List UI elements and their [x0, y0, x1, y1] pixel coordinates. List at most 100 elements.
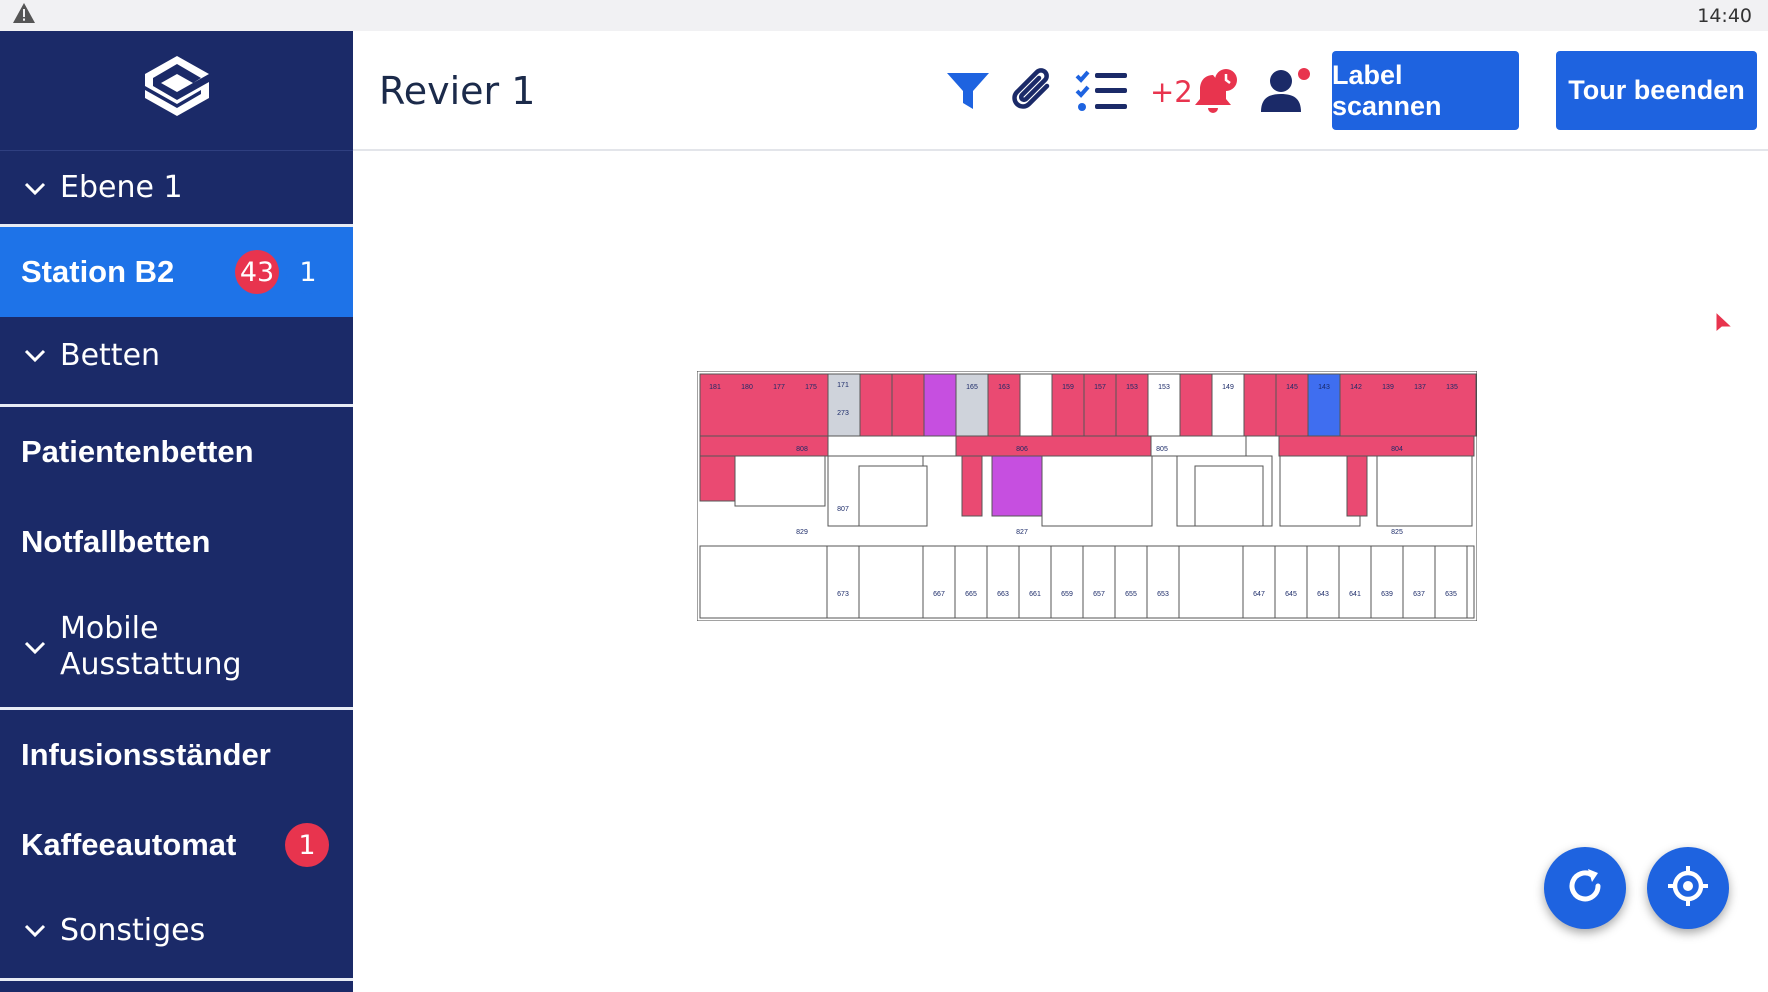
corridor-806 — [955, 435, 1152, 457]
mouse-cursor-icon — [1714, 310, 1734, 341]
room-bottom — [1402, 545, 1436, 619]
room-label-bottom: 637 — [1413, 591, 1425, 598]
header: Revier 1 +2 Label scannen Tour beenden — [353, 31, 1768, 151]
room-label-top: 153 — [1158, 384, 1170, 391]
corridor-label: 827 — [1016, 529, 1028, 536]
room-label-top: 145 — [1286, 384, 1298, 391]
room-label-bottom: 663 — [997, 591, 1009, 598]
status-bar: 14:40 — [0, 0, 1768, 31]
room-label-top: 175 — [805, 384, 817, 391]
nav-section-betten[interactable]: Betten — [0, 317, 353, 393]
room-label-bottom: 661 — [1029, 591, 1041, 598]
nav-item-label: Kaffeeautomat — [21, 827, 237, 862]
room-bottom — [1114, 545, 1148, 619]
refresh-button[interactable] — [1544, 847, 1626, 929]
paperclip-icon[interactable] — [1008, 61, 1058, 121]
floor-plan[interactable]: 181 180 177 175 171 273 165 163 159 157 153 153 149 1… — [697, 371, 1477, 621]
corridor-label: 808 — [796, 446, 808, 453]
room-label-bottom: 641 — [1349, 591, 1361, 598]
nav-item-kaffeeautomat[interactable]: Kaffeeautomat 1 — [0, 800, 353, 890]
count-badge-red: 1 — [285, 823, 329, 867]
count-badge-blue: 1 — [286, 250, 330, 294]
room-bottom — [1082, 545, 1116, 619]
elevator-core — [1194, 465, 1264, 527]
room-label-top: 171 — [837, 382, 849, 389]
room-bottom — [954, 545, 988, 619]
chevron-down-icon — [22, 342, 48, 368]
room-label-top: 180 — [741, 384, 753, 391]
divider — [0, 978, 353, 981]
nav-item-notfallbetten[interactable]: Notfallbetten — [0, 497, 353, 587]
nav-section-label: Ebene 1 — [60, 170, 183, 205]
nav-section-label: Mobile — [60, 611, 159, 646]
nav-item-label: Infusionsständer — [21, 737, 271, 772]
chevron-down-icon — [22, 917, 48, 943]
locate-button[interactable] — [1647, 847, 1729, 929]
count-badge-red: 43 — [235, 250, 279, 294]
room-top — [1243, 373, 1277, 437]
user-notification-icon[interactable] — [1258, 61, 1313, 121]
nav-item-label: Patientenbetten — [21, 434, 254, 469]
logo-area — [0, 31, 353, 151]
corridor-label: 825 — [1391, 529, 1403, 536]
room-top — [1179, 373, 1213, 437]
corridor-label: 804 — [1391, 446, 1403, 453]
nav-item-infusionsstaender[interactable]: Infusionsständer — [0, 710, 353, 800]
sidebar: Ebene 1 Station B2 43 1 Betten Patienten… — [0, 31, 353, 992]
room-label-top: 177 — [773, 384, 785, 391]
nav-item-station-b2[interactable]: Station B2 43 1 — [0, 227, 353, 317]
nav-section-label: Sonstiges — [60, 912, 206, 948]
room-label-bottom: 659 — [1061, 591, 1073, 598]
room-label-bottom: 639 — [1381, 591, 1393, 598]
room-label-top: 139 — [1382, 384, 1394, 391]
filter-icon[interactable] — [943, 61, 993, 121]
checklist-icon[interactable] — [1074, 61, 1130, 121]
refresh-icon — [1564, 865, 1606, 912]
room-label-top: 153 — [1126, 384, 1138, 391]
room-bottom — [1050, 545, 1084, 619]
room-mid — [699, 455, 736, 502]
corridor-808 — [699, 435, 829, 457]
room-label-top: 273 — [837, 410, 849, 417]
room-top — [923, 373, 957, 437]
room-bottom — [1306, 545, 1340, 619]
room-bottom — [1018, 545, 1052, 619]
room-top — [859, 373, 893, 437]
room-label-bottom: 653 — [1157, 591, 1169, 598]
room-label-bottom: 635 — [1445, 591, 1457, 598]
room-label-bottom: 643 — [1317, 591, 1329, 598]
scan-label-button[interactable]: Label scannen — [1332, 51, 1519, 130]
nav-section-ebene[interactable]: Ebene 1 — [0, 151, 353, 224]
room-mid — [1376, 455, 1473, 527]
nav-item-label: Notfallbetten — [21, 524, 211, 559]
room-label-bottom: 647 — [1253, 591, 1265, 598]
room-label-top: 149 — [1222, 384, 1234, 391]
nav-section-mobile-ausstattung[interactable]: Mobile Ausstattung — [0, 599, 353, 695]
room-mid — [991, 455, 1043, 517]
elevator-core — [858, 465, 928, 527]
warning-triangle-icon — [12, 2, 36, 29]
room-label-top: 137 — [1414, 384, 1426, 391]
room-mid — [734, 455, 826, 507]
room-label-top: 159 — [1062, 384, 1074, 391]
page-title: Revier 1 — [379, 69, 536, 113]
room-bottom — [922, 545, 956, 619]
room-mid — [1346, 455, 1368, 517]
room-bottom — [826, 545, 860, 619]
room-bottom — [1242, 545, 1276, 619]
alert-count: +2 — [1150, 75, 1193, 109]
crosshair-locate-icon — [1666, 864, 1710, 913]
nav-item-patientenbetten[interactable]: Patientenbetten — [0, 407, 353, 497]
end-tour-button[interactable]: Tour beenden — [1556, 51, 1757, 130]
corridor-label: 807 — [837, 506, 849, 513]
alarm-bell-icon[interactable] — [1191, 61, 1241, 121]
nav-section-sonstiges[interactable]: Sonstiges — [0, 892, 353, 968]
app-logo-icon — [141, 54, 213, 127]
room-mid — [1041, 455, 1153, 527]
room-mid — [961, 455, 983, 517]
room-top — [891, 373, 925, 437]
map-area: 181 180 177 175 171 273 165 163 159 157 153 153 149 1… — [353, 153, 1768, 992]
chevron-down-icon — [22, 175, 48, 201]
room-label-bottom: 657 — [1093, 591, 1105, 598]
room-label-bottom: 645 — [1285, 591, 1297, 598]
